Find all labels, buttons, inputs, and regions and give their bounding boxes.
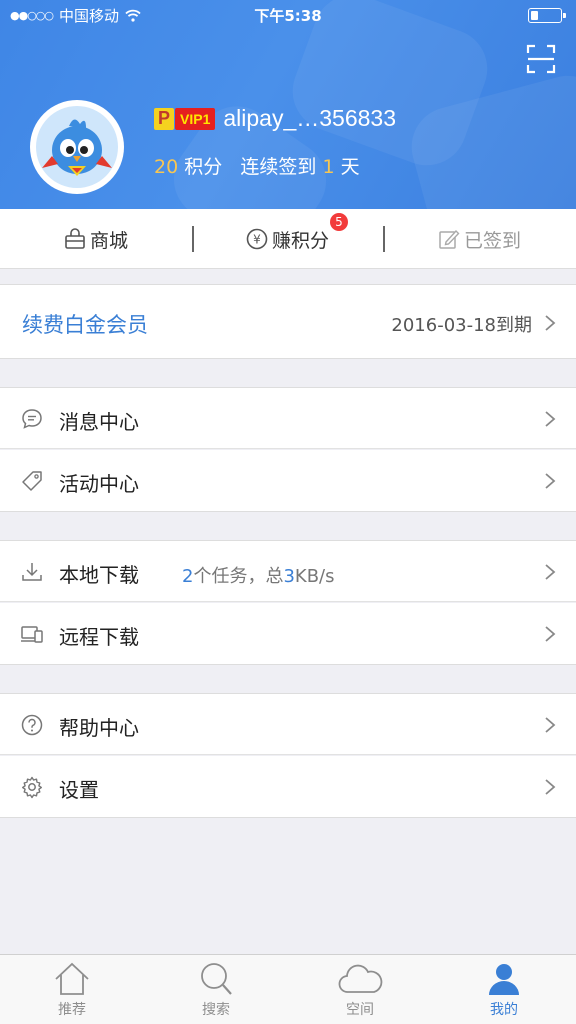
menu-label: 帮助中心 xyxy=(59,716,139,740)
chevron-right-icon xyxy=(545,564,556,580)
svg-text:¥: ¥ xyxy=(253,233,261,247)
tab-label: 空间 xyxy=(346,1002,374,1018)
streak-days: 1 xyxy=(322,156,335,178)
menu-label: 本地下载 xyxy=(59,563,139,587)
chevron-right-icon xyxy=(545,411,556,427)
bird-mascot-icon xyxy=(42,119,112,176)
tag-icon xyxy=(22,471,42,491)
menu-label: 活动中心 xyxy=(59,472,139,496)
p-badge: P xyxy=(154,107,174,130)
points-value: 20 xyxy=(154,156,179,178)
earn-points-label: 赚积分 xyxy=(272,229,330,252)
status-bar: ●●○○○ 中国移动 下午5:38 xyxy=(0,0,576,30)
chat-bubble-icon xyxy=(22,409,42,429)
divider xyxy=(0,754,576,755)
points-label: 积分 xyxy=(184,156,223,178)
tab-recommend[interactable]: 推荐 xyxy=(0,955,144,1024)
tab-space[interactable]: 空间 xyxy=(288,955,432,1024)
signed-in-button[interactable]: 已签到 xyxy=(438,209,521,269)
chevron-right-icon xyxy=(545,717,556,733)
menu-item-local-download[interactable]: 本地下载 2个任务，总3KB/s xyxy=(0,540,576,602)
help-icon xyxy=(21,714,43,736)
tab-search[interactable]: 搜索 xyxy=(144,955,288,1024)
earn-points-button[interactable]: ¥ 赚积分 xyxy=(246,209,329,269)
home-icon xyxy=(55,962,89,995)
divider xyxy=(383,226,385,252)
renew-membership-row[interactable]: 续费白金会员 2016-03-18到期 xyxy=(0,284,576,359)
menu-label: 远程下载 xyxy=(59,625,139,649)
vip-badge: VIP1 xyxy=(175,107,216,130)
tab-label: 推荐 xyxy=(58,1002,86,1018)
shopping-bag-icon xyxy=(65,228,85,249)
download-task-count: 2 xyxy=(182,566,194,587)
quick-actions-bar: 商城 ¥ 赚积分 5 已签到 xyxy=(0,209,576,269)
chevron-right-icon xyxy=(545,473,556,489)
vip-row: P VIP1 alipay_…356833 xyxy=(154,105,396,132)
menu-item-settings[interactable]: 设置 xyxy=(0,756,576,818)
streak-prefix: 连续签到 xyxy=(240,156,317,178)
download-icon xyxy=(22,563,42,581)
chevron-right-icon xyxy=(545,779,556,795)
chevron-right-icon xyxy=(545,315,556,331)
tab-label: 我的 xyxy=(490,1002,518,1018)
tab-mine[interactable]: 我的 xyxy=(432,955,576,1024)
tab-bar: 推荐 搜索 空间 我的 xyxy=(0,954,576,1024)
menu-item-activities[interactable]: 活动中心 xyxy=(0,450,576,512)
menu-item-help[interactable]: 帮助中心 xyxy=(0,693,576,755)
menu-label: 设置 xyxy=(59,778,99,802)
devices-icon xyxy=(21,626,43,643)
person-icon xyxy=(489,964,519,995)
divider xyxy=(192,226,194,252)
tab-label: 搜索 xyxy=(202,1002,230,1018)
points-summary: 20 积分 连续签到 1 天 xyxy=(154,152,360,179)
battery-icon xyxy=(528,8,566,23)
divider xyxy=(0,448,576,449)
expiry-date: 2016-03-18到期 xyxy=(391,315,532,336)
gear-icon xyxy=(22,776,42,799)
search-icon xyxy=(201,963,232,995)
signed-in-label: 已签到 xyxy=(464,229,522,252)
download-speed-unit: KB/s xyxy=(294,566,335,587)
menu-label: 消息中心 xyxy=(59,410,139,434)
notification-badge: 5 xyxy=(330,213,348,231)
status-time: 下午5:38 xyxy=(254,7,322,25)
streak-suffix: 天 xyxy=(340,156,360,178)
edit-icon xyxy=(439,229,460,249)
mall-button[interactable]: 商城 xyxy=(64,209,128,269)
mall-label: 商城 xyxy=(90,229,129,252)
download-tasks-suffix: 个任务，总 xyxy=(193,566,284,587)
avatar[interactable] xyxy=(30,100,124,194)
chevron-right-icon xyxy=(545,626,556,642)
renew-label: 续费白金会员 xyxy=(22,313,148,337)
username: alipay_…356833 xyxy=(223,105,396,131)
yen-coin-icon: ¥ xyxy=(246,228,268,250)
download-speed: 3 xyxy=(283,566,295,587)
scan-icon[interactable] xyxy=(526,44,556,74)
menu-item-messages[interactable]: 消息中心 xyxy=(0,387,576,449)
cloud-icon xyxy=(338,964,383,993)
divider xyxy=(0,601,576,602)
menu-item-remote-download[interactable]: 远程下载 xyxy=(0,603,576,665)
profile-header: ●●○○○ 中国移动 下午5:38 P VIP1 alipay_…356833 … xyxy=(0,0,576,209)
download-status: 2个任务，总3KB/s xyxy=(182,562,335,588)
